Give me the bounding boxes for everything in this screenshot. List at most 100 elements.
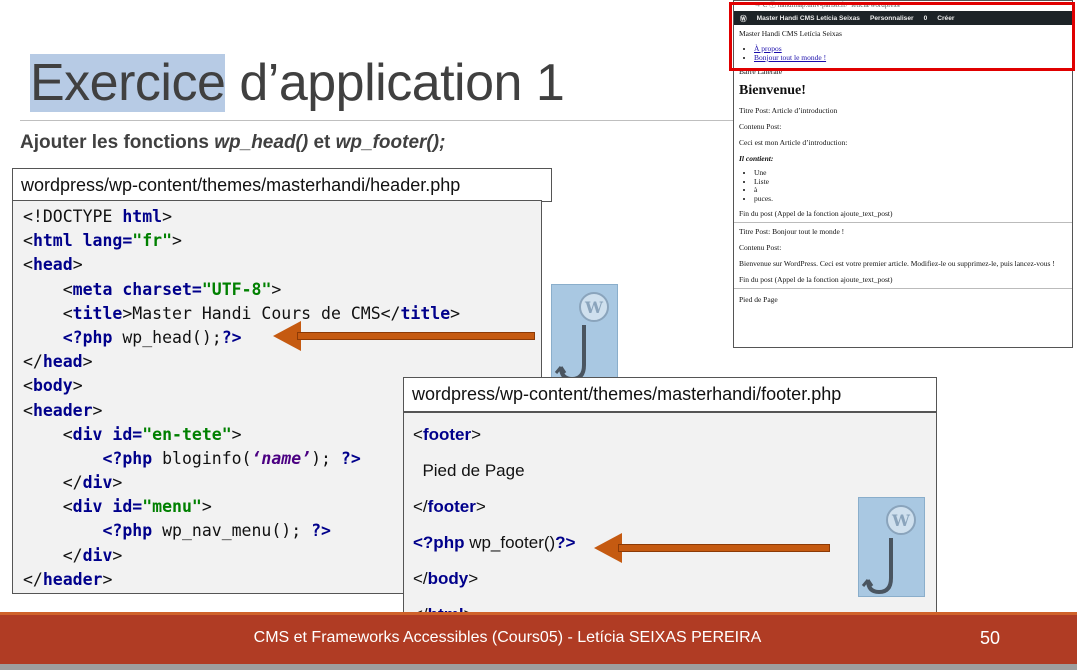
page-number: 50 [980, 628, 1001, 648]
code-token: < [23, 231, 33, 251]
code-keyword: ?> [555, 533, 576, 552]
code-token: wp_head(); [112, 327, 222, 347]
code-line: </head> [23, 350, 541, 374]
code-italic: ‘name’ [251, 448, 312, 468]
code-string: "UTF-8" [201, 279, 272, 299]
code-token: > [475, 497, 486, 516]
code-line: <footer> [413, 417, 936, 453]
svg-text:W: W [891, 511, 911, 530]
code-attr: charset= [122, 279, 202, 299]
code-token: > [72, 376, 83, 396]
code-keyword: header [32, 400, 93, 420]
code-keyword: div [82, 545, 113, 565]
post-text: Ceci est mon Article d’introduction: [739, 138, 848, 147]
code-keyword: html [122, 207, 163, 226]
highlight-box [729, 2, 1075, 71]
code-keyword: body [427, 569, 469, 588]
code-keyword: title [400, 303, 451, 323]
code-token: < [23, 303, 73, 323]
code-string: "menu" [142, 497, 202, 517]
post-content-label: Contenu Post: [739, 243, 782, 252]
slide-subtitle: Ajouter les fonctions wp_head() et wp_fo… [20, 132, 445, 154]
code-token: < [413, 425, 423, 444]
code-token: > [102, 569, 113, 589]
code-token: < [23, 424, 73, 444]
code-token: >Master Handi Cours de CMS</ [122, 303, 401, 323]
code-token: > [201, 497, 212, 517]
code-line: <html lang="fr"> [23, 229, 541, 253]
code-keyword: div [72, 424, 103, 444]
code-token: > [468, 569, 479, 588]
code-token: </ [413, 569, 428, 588]
code-keyword: div [82, 473, 113, 493]
list-item: Une [754, 168, 1072, 178]
post-title: Titre Post: Article d’introduction [739, 106, 838, 115]
code-token: > [92, 400, 103, 420]
slide-footer: CMS et Frameworks Accessibles (Cours05) … [0, 612, 1077, 664]
divider [734, 288, 1072, 289]
code-attr: id= [112, 424, 143, 444]
subtitle-mid: et [308, 132, 336, 153]
post-content-label: Contenu Post: [739, 122, 782, 131]
footer-code-block: <footer> Pied de Page </footer> <?php wp… [403, 412, 937, 634]
code-token: > [172, 231, 182, 251]
code-keyword: footer [427, 497, 476, 516]
code-keyword: meta [72, 279, 113, 299]
code-string: "en-tete" [142, 424, 232, 444]
list-item: Liste [754, 177, 1072, 187]
code-token: > [450, 303, 461, 323]
svg-text:W: W [584, 298, 604, 317]
code-keyword: html [32, 231, 73, 251]
code-line: <!DOCTYPE html> [23, 205, 541, 229]
code-keyword: body [32, 376, 73, 396]
footer-file-path: wordpress/wp-content/themes/masterhandi/… [403, 377, 937, 412]
code-keyword: <?php [102, 448, 153, 468]
code-token: > [231, 424, 242, 444]
code-keyword: footer [422, 425, 472, 444]
subtitle-fn1: wp_head() [214, 132, 309, 153]
code-attr: lang= [82, 231, 133, 251]
code-token: < [23, 279, 73, 299]
code-line: Pied de Page [413, 461, 525, 480]
code-token: </ [23, 473, 83, 493]
post-text-bold: Il contient: [739, 154, 774, 163]
list-item: puces. [754, 194, 1072, 204]
post-title: Titre Post: Bonjour tout le monde ! [739, 227, 845, 236]
header-file-path: wordpress/wp-content/themes/masterhandi/… [12, 168, 552, 202]
title-highlight: Exercice [30, 54, 226, 112]
code-token: ); [311, 448, 341, 468]
wordpress-hook-icon: W [551, 284, 618, 384]
list-item: à [754, 185, 1072, 195]
code-keyword: ?> [221, 327, 242, 347]
code-line: <head> [23, 253, 541, 277]
code-token: </ [23, 352, 43, 372]
code-token: > [112, 545, 123, 565]
code-token: wp_footer() [464, 533, 556, 552]
code-token: > [72, 255, 83, 275]
code-token: > [471, 425, 482, 444]
code-keyword: ?> [340, 448, 361, 468]
code-keyword: ?> [311, 521, 331, 541]
code-token: <!DOCTYPE [23, 207, 123, 226]
footer-text: CMS et Frameworks Accessibles (Cours05) … [253, 629, 762, 646]
slide-title: Exercice d’application 1 [30, 50, 565, 116]
code-token: < [23, 376, 33, 396]
post-list: Une Liste à puces. [754, 168, 1072, 204]
code-keyword: head [32, 255, 73, 275]
code-keyword: <?php [102, 521, 153, 541]
code-token: > [112, 473, 123, 493]
code-token: </ [23, 545, 83, 565]
arrow-shaft [297, 332, 535, 340]
code-keyword: <?php [413, 533, 465, 552]
code-token: </ [23, 569, 43, 589]
code-token: bloginfo( [152, 448, 252, 468]
post-text: Bienvenue sur WordPress. Ceci est votre … [739, 259, 1055, 268]
code-keyword: div [72, 497, 103, 517]
code-attr: id= [112, 497, 143, 517]
wordpress-hook-icon: W [858, 497, 925, 597]
